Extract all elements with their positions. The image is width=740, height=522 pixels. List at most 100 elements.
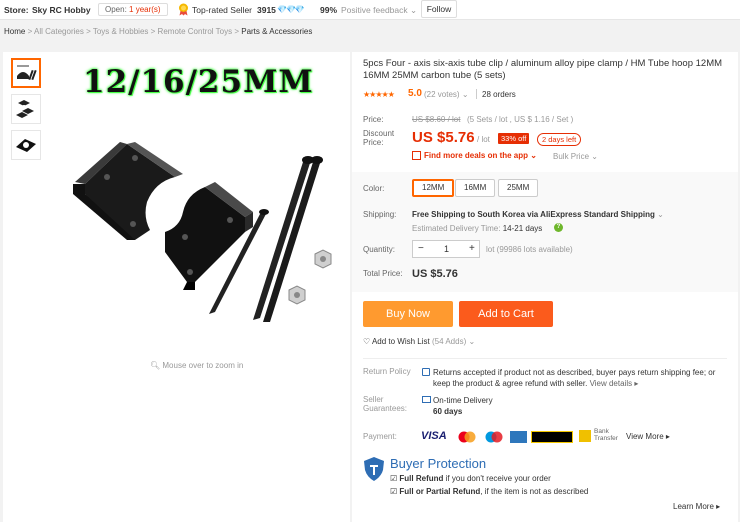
app-deals-link[interactable]: Find more deals on the app ⌄: [424, 151, 537, 160]
orders-count: 28 orders: [482, 90, 516, 99]
add-to-wish-list-button[interactable]: ♡ Add to Wish List (54 Adds) ⌄: [363, 337, 475, 346]
chevron-down-icon: ⌄: [410, 5, 418, 15]
discount-price-label: Discount Price:: [363, 129, 395, 147]
view-details-text: View details: [589, 379, 633, 388]
positive-feedback-dropdown[interactable]: Positive feedback ⌄: [341, 5, 417, 16]
amex-logo: [510, 431, 527, 443]
thumbnail-3[interactable]: [11, 130, 41, 160]
breadcrumb-item[interactable]: Parts & Accessories: [241, 27, 312, 36]
bulk-price-dropdown[interactable]: Bulk Price ⌄: [553, 152, 598, 161]
delivery-days: 60 days: [433, 407, 463, 416]
learn-more-link[interactable]: Learn More ▸: [673, 502, 720, 511]
qr-code-icon: [412, 151, 421, 160]
payment-label: Payment:: [363, 432, 397, 441]
chevron-down-icon: ⌄: [468, 337, 476, 346]
chevron-down-icon: ⌄: [591, 152, 598, 161]
quantity-decrease-button[interactable]: −: [418, 243, 424, 254]
votes-dropdown[interactable]: (22 votes) ⌄: [424, 90, 469, 99]
original-price: US $8.60 / lot: [412, 115, 461, 124]
zoom-hint-text: Mouse over to zoom in: [162, 361, 244, 370]
eta-value: 14-21: [502, 224, 524, 233]
store-label: Store:: [4, 5, 29, 15]
positive-feedback-label: Positive feedback: [341, 5, 408, 15]
color-option-25mm[interactable]: 25MM: [498, 179, 539, 197]
product-options: Color: 12MM 16MM 25MM Shipping: Free Shi…: [352, 172, 738, 292]
product-main-image[interactable]: [65, 122, 343, 332]
color-label: Color:: [363, 184, 385, 193]
breadcrumb: Home > All Categories > Toys & Hobbies >…: [4, 27, 313, 36]
discount-badge: 33% off: [498, 133, 530, 144]
total-price: US $5.76: [412, 268, 458, 280]
votes-count: (22 votes): [424, 90, 460, 99]
clamp-thumbnail-image: [16, 100, 34, 118]
magnifier-icon: 🔍︎: [150, 361, 161, 370]
return-policy-text: Returns accepted if product not as descr…: [433, 367, 723, 389]
discount-price: US $5.76: [412, 129, 475, 146]
divider: [363, 358, 727, 359]
medal-icon: [179, 3, 188, 16]
full-refund-row: ☑ Full Refund if you don't receive your …: [390, 474, 551, 483]
breadcrumb-item[interactable]: Toys & Hobbies: [93, 27, 149, 36]
color-option-16mm[interactable]: 16MM: [455, 179, 496, 197]
thumbnail-2[interactable]: [11, 94, 41, 124]
checkbox-icon: ☑: [390, 474, 398, 483]
maestro-logo: [485, 431, 503, 443]
heart-icon: ♡: [363, 337, 371, 346]
product-detail-panel: 5pcs Four - axis six-axis tube clip / al…: [352, 52, 738, 522]
checkbox-icon: ☑: [390, 487, 398, 496]
western-union-logo: [531, 431, 573, 443]
partial-refund-row: ☑ Full or Partial Refund, if the item is…: [390, 487, 588, 496]
bulk-price-text: Bulk Price: [553, 152, 590, 161]
quantity-increase-button[interactable]: +: [469, 243, 475, 254]
shipping-method-dropdown[interactable]: Free Shipping to South Korea via AliExpr…: [412, 210, 664, 219]
seller-guarantees-label: Seller Guarantees:: [363, 395, 408, 413]
color-option-12mm[interactable]: 12MM: [412, 179, 455, 197]
original-price-unit: (5 Sets / lot , US $ 1.16 / Set ): [467, 115, 574, 124]
top-rated-seller-label: Top-rated Seller: [192, 5, 253, 15]
thumbnail-1[interactable]: [11, 58, 41, 88]
full-refund-label: Full Refund: [399, 474, 444, 483]
eta-label: Estimated Delivery Time:: [412, 224, 501, 233]
feedback-percent: 99%: [320, 5, 338, 15]
quantity-input[interactable]: 1: [444, 244, 449, 254]
buyer-protection-title: Buyer Protection: [390, 456, 487, 471]
seller-score: 3915: [257, 5, 276, 15]
add-to-cart-button[interactable]: Add to Cart: [459, 301, 553, 327]
view-details-link[interactable]: View details ▸: [590, 379, 639, 388]
divider: [476, 89, 477, 99]
chevron-down-icon: ⌄: [657, 210, 664, 219]
partial-refund-label: Full or Partial Refund: [399, 487, 481, 496]
help-icon[interactable]: ?: [554, 223, 563, 232]
product-gallery: 12/16/25MM 🔍︎ Mouse over to zoom in: [3, 52, 350, 522]
breadcrumb-home[interactable]: Home: [4, 27, 25, 36]
return-policy-label: Return Policy: [363, 367, 411, 376]
estimated-delivery: Estimated Delivery Time: 14-21 days: [412, 224, 542, 233]
rating-value: 5.0: [408, 88, 422, 99]
store-name-link[interactable]: Sky RC Hobby: [32, 5, 91, 15]
bank-icon: [579, 430, 591, 442]
seller-guarantees-text: On-time Delivery 60 days: [433, 395, 493, 417]
learn-more-text: Learn More: [673, 502, 714, 511]
buy-now-button[interactable]: Buy Now: [363, 301, 453, 327]
shield-icon: [364, 457, 384, 481]
breadcrumb-item[interactable]: All Categories: [34, 27, 84, 36]
breadcrumb-item[interactable]: Remote Control Toys: [158, 27, 233, 36]
delivery-truck-icon: [422, 396, 431, 403]
quantity-available: lot (99986 lots available): [486, 245, 573, 254]
quantity-label: Quantity:: [363, 245, 396, 254]
diamond-icons: 💎💎💎: [277, 5, 305, 14]
clamp-thumbnail-image: [17, 65, 37, 81]
chevron-down-icon: ⌄: [461, 90, 469, 99]
rating-stars-icon: ★★★★★: [363, 90, 395, 99]
mastercard-logo: [458, 431, 476, 443]
view-more-payment-link[interactable]: View More ▸: [626, 432, 670, 441]
price-label: Price:: [363, 115, 384, 124]
full-refund-text: if you don't receive your order: [445, 474, 551, 483]
product-image-overlay-title: 12/16/25MM: [83, 64, 314, 100]
shipping-method-text: Free Shipping to South Korea via AliExpr…: [412, 210, 655, 219]
bank-transfer-label: Bank Transfer: [594, 428, 618, 442]
open-years: 1 year(s): [129, 5, 161, 14]
quantity-stepper: − 1 +: [412, 240, 480, 258]
follow-button[interactable]: Follow: [421, 0, 457, 18]
open-prefix: Open:: [105, 5, 127, 14]
